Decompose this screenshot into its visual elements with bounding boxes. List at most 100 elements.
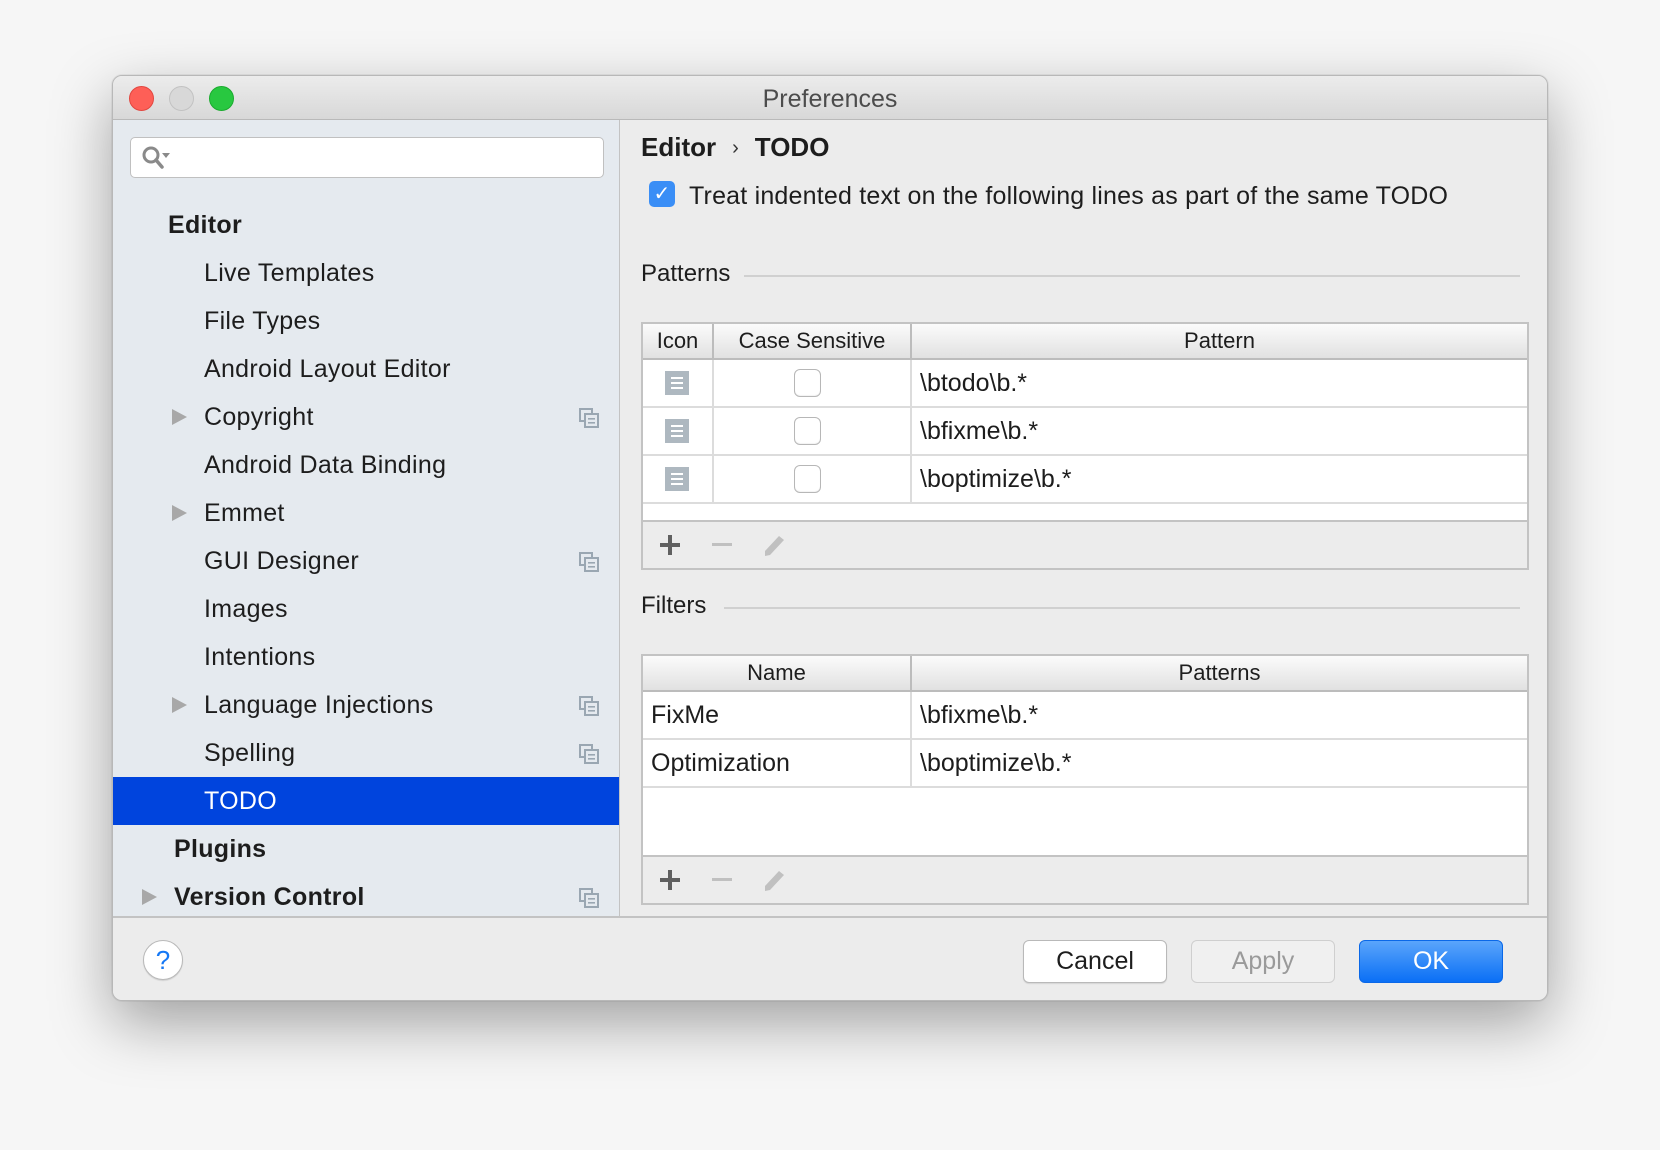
search-icon (142, 146, 170, 169)
sidebar-item-file-types[interactable]: File Types (113, 297, 619, 345)
treat-indented-label: Treat indented text on the following lin… (689, 182, 1449, 210)
sidebar-item-label: Copyright (204, 403, 314, 431)
project-scope-icon (579, 408, 599, 428)
breadcrumb: Editor › TODO (641, 132, 829, 163)
expand-arrow-icon[interactable] (142, 889, 157, 905)
sidebar-item-android-data-binding[interactable]: Android Data Binding (113, 441, 619, 489)
remove-filter-button[interactable] (709, 867, 735, 893)
expand-arrow-icon[interactable] (172, 697, 187, 713)
case-sensitive-checkbox[interactable] (794, 465, 821, 493)
sidebar-item-language-injections[interactable]: Language Injections (113, 681, 619, 729)
sidebar-item-gui-designer[interactable]: GUI Designer (113, 537, 619, 585)
todo-settings-panel: Editor › TODO ✓ Treat indented text on the … (621, 120, 1547, 916)
column-header-icon[interactable]: Icon (643, 324, 714, 358)
sidebar-item-label: Language Injections (204, 691, 434, 719)
todo-list-icon (665, 467, 689, 491)
pattern-row[interactable]: \boptimize\b.* (643, 456, 1527, 504)
remove-pattern-button[interactable] (709, 532, 735, 558)
apply-button[interactable]: Apply (1191, 940, 1335, 983)
pattern-row[interactable]: \bfixme\b.* (643, 408, 1527, 456)
pattern-cell[interactable]: \bfixme\b.* (912, 408, 1527, 454)
breadcrumb-parent[interactable]: Editor (641, 132, 716, 162)
filter-name-cell[interactable]: FixMe (643, 692, 912, 738)
sidebar-item-label: Version Control (174, 883, 365, 911)
settings-search-input[interactable] (130, 137, 604, 178)
checkmark-icon[interactable]: ✓ (649, 181, 675, 208)
sidebar-item-emmet[interactable]: Emmet (113, 489, 619, 537)
window-title: Preferences (762, 85, 898, 113)
case-sensitive-checkbox[interactable] (794, 417, 821, 445)
sidebar-item-editor[interactable]: Editor (113, 201, 619, 249)
case-sensitive-cell (714, 408, 912, 454)
patterns-table: Icon Case Sensitive Pattern \btodo\b.* \b… (641, 322, 1529, 570)
sidebar-item-label: TODO (204, 787, 277, 815)
sidebar-item-plugins[interactable]: Plugins (113, 825, 619, 873)
project-scope-icon (579, 744, 599, 764)
filters-table-header: Name Patterns (643, 656, 1527, 692)
sidebar-item-version-control[interactable]: Version Control (113, 873, 619, 921)
filters-separator (724, 607, 1520, 609)
column-header-pattern[interactable]: Pattern (912, 324, 1527, 358)
column-header-patterns[interactable]: Patterns (912, 656, 1527, 690)
sidebar-item-images[interactable]: Images (113, 585, 619, 633)
sidebar-item-label: File Types (204, 307, 321, 335)
add-filter-button[interactable] (657, 867, 683, 893)
sidebar-item-label: GUI Designer (204, 547, 360, 575)
sidebar-item-copyright[interactable]: Copyright (113, 393, 619, 441)
sidebar-item-label: Editor (168, 211, 243, 239)
filter-row[interactable]: FixMe \bfixme\b.* (643, 692, 1527, 740)
patterns-table-header: Icon Case Sensitive Pattern (643, 324, 1527, 360)
edit-pattern-button[interactable] (761, 532, 787, 558)
pattern-icon-cell[interactable] (643, 408, 714, 454)
sidebar-item-label: Spelling (204, 739, 296, 767)
breadcrumb-current: TODO (754, 132, 830, 162)
treat-indented-checkbox[interactable]: ✓ Treat indented text on the following li… (649, 181, 1449, 211)
pattern-cell[interactable]: \btodo\b.* (912, 360, 1527, 406)
column-header-name[interactable]: Name (643, 656, 912, 690)
sidebar-item-label: Plugins (174, 835, 267, 863)
title-bar: Preferences (113, 76, 1547, 120)
sidebar-item-live-templates[interactable]: Live Templates (113, 249, 619, 297)
sidebar-item-spelling[interactable]: Spelling (113, 729, 619, 777)
case-sensitive-checkbox[interactable] (794, 369, 821, 397)
sidebar-item-android-layout-editor[interactable]: Android Layout Editor (113, 345, 619, 393)
project-scope-icon (579, 888, 599, 908)
cancel-button[interactable]: Cancel (1023, 940, 1167, 983)
help-button[interactable]: ? (143, 940, 183, 980)
ok-button[interactable]: OK (1359, 940, 1503, 983)
patterns-separator (744, 275, 1520, 277)
expand-arrow-icon[interactable] (172, 409, 187, 425)
todo-list-icon (665, 419, 689, 443)
patterns-toolbar (643, 520, 1527, 568)
filter-name-cell[interactable]: Optimization (643, 740, 912, 786)
filter-row[interactable]: Optimization \boptimize\b.* (643, 740, 1527, 788)
todo-list-icon (665, 371, 689, 395)
filter-patterns-cell[interactable]: \boptimize\b.* (912, 740, 1527, 786)
pattern-row[interactable]: \btodo\b.* (643, 360, 1527, 408)
pattern-icon-cell[interactable] (643, 456, 714, 502)
filters-toolbar (643, 855, 1527, 903)
project-scope-icon (579, 552, 599, 572)
sidebar-item-label: Live Templates (204, 259, 375, 287)
filter-patterns-cell[interactable]: \bfixme\b.* (912, 692, 1527, 738)
case-sensitive-cell (714, 360, 912, 406)
edit-filter-button[interactable] (761, 867, 787, 893)
case-sensitive-cell (714, 456, 912, 502)
sidebar-item-label: Android Layout Editor (204, 355, 451, 383)
project-scope-icon (579, 696, 599, 716)
expand-arrow-icon[interactable] (172, 505, 187, 521)
sidebar-item-label: Images (204, 595, 288, 623)
sidebar-item-intentions[interactable]: Intentions (113, 633, 619, 681)
filters-section-title: Filters (641, 592, 707, 619)
add-pattern-button[interactable] (657, 532, 683, 558)
pattern-cell[interactable]: \boptimize\b.* (912, 456, 1527, 502)
sidebar-item-label: Android Data Binding (204, 451, 447, 479)
sidebar-item-label: Intentions (204, 643, 316, 671)
pattern-icon-cell[interactable] (643, 360, 714, 406)
patterns-section-title: Patterns (641, 260, 731, 287)
filters-table: Name Patterns FixMe \bfixme\b.* Optimizati… (641, 654, 1529, 905)
dialog-footer: ? Cancel Apply OK (113, 916, 1547, 1000)
settings-sidebar: Editor Live Templates File Types Android La… (113, 120, 620, 916)
column-header-case-sensitive[interactable]: Case Sensitive (714, 324, 912, 358)
sidebar-item-todo[interactable]: TODO (113, 777, 619, 825)
